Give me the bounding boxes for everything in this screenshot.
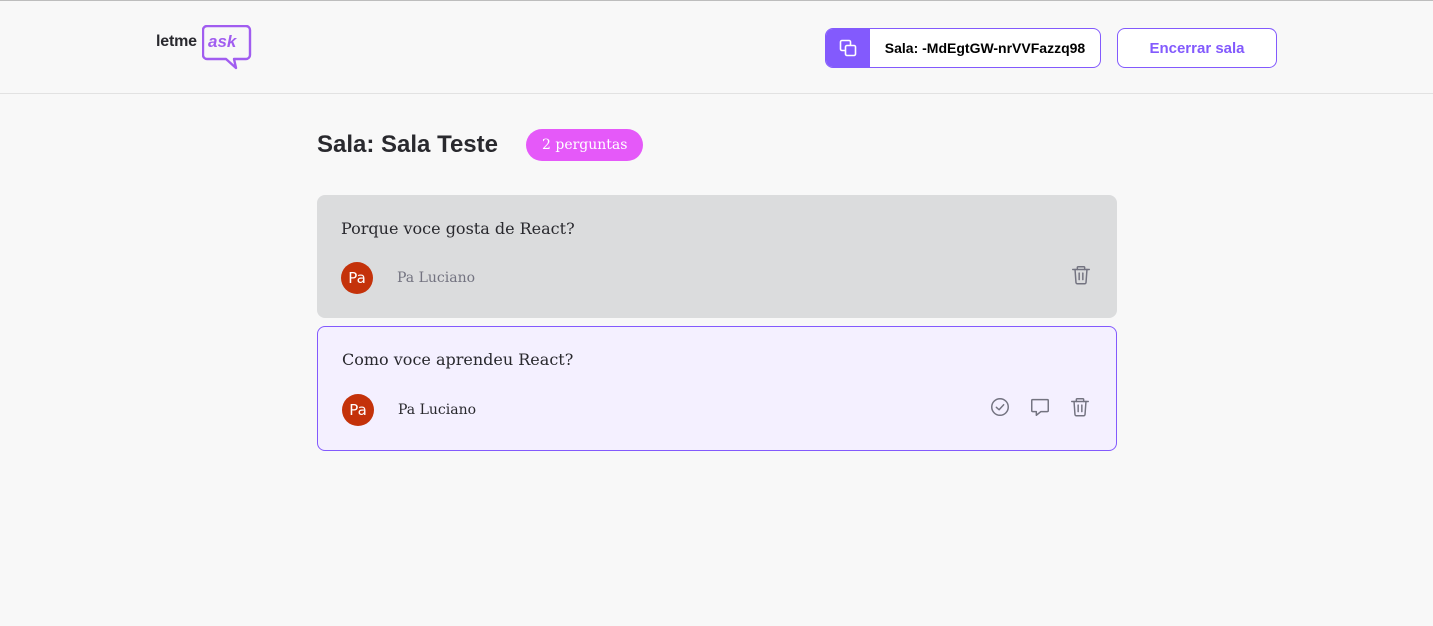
copy-icon[interactable] — [826, 29, 870, 67]
trash-icon[interactable] — [1068, 395, 1092, 419]
question-actions — [988, 395, 1092, 419]
question-author: Pa Pa Luciano — [342, 394, 476, 426]
trash-icon[interactable] — [1069, 263, 1093, 287]
question-author: Pa Pa Luciano — [341, 262, 475, 294]
app-header: letme ask Sala: -MdEgtGW-nrVVFazzq98 Enc… — [0, 1, 1433, 94]
logo-text-ask: ask — [208, 32, 237, 51]
question-card: Como voce aprendeu React? Pa Pa Luciano — [317, 326, 1117, 451]
room-code-text: Sala: -MdEgtGW-nrVVFazzq98 — [884, 40, 1086, 56]
page-title: Sala: Sala Teste — [317, 131, 498, 158]
question-actions — [1069, 263, 1093, 287]
author-name: Pa Luciano — [397, 270, 476, 286]
avatar: Pa — [342, 394, 374, 426]
room-code-button[interactable]: Sala: -MdEgtGW-nrVVFazzq98 — [825, 28, 1101, 68]
logo-text-letme: letme — [156, 33, 197, 50]
close-room-button[interactable]: Encerrar sala — [1117, 28, 1277, 68]
check-circle-icon[interactable] — [988, 395, 1012, 419]
chat-bubble-icon[interactable] — [1028, 395, 1052, 419]
question-count-badge: 2 perguntas — [526, 129, 644, 161]
question-text: Porque voce gosta de React? — [341, 219, 575, 238]
question-text: Como voce aprendeu React? — [342, 350, 574, 369]
author-name: Pa Luciano — [398, 402, 477, 418]
avatar: Pa — [341, 262, 373, 294]
letmeask-logo[interactable]: letme ask — [156, 25, 252, 73]
question-card: Porque voce gosta de React? Pa Pa Lucian… — [317, 195, 1117, 318]
